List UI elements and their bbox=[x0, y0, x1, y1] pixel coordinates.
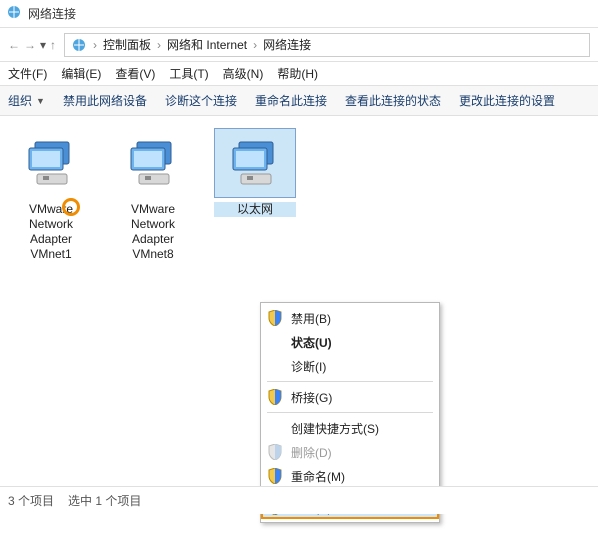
menu-view[interactable]: 查看(V) bbox=[115, 65, 155, 82]
network-adapter-icon bbox=[227, 140, 283, 186]
ctx-rename-label: 重命名(M) bbox=[291, 468, 345, 485]
network-connections-icon bbox=[71, 37, 87, 53]
adapter-vmnet8[interactable]: VMware Network Adapter VMnet8 bbox=[112, 128, 194, 262]
ctx-status[interactable]: 状态(U) bbox=[261, 330, 439, 354]
status-bar: 3 个项目 选中 1 个项目 bbox=[0, 486, 598, 514]
adapter-label: 以太网 bbox=[214, 202, 296, 217]
breadcrumb-network-internet[interactable]: 网络和 Internet bbox=[167, 36, 247, 53]
ctx-separator bbox=[267, 412, 433, 413]
ctx-diagnose[interactable]: 诊断(I) bbox=[261, 354, 439, 378]
ctx-delete: 删除(D) bbox=[261, 440, 439, 464]
ctx-separator bbox=[267, 381, 433, 382]
ctx-bridge-label: 桥接(G) bbox=[291, 389, 332, 406]
menu-file[interactable]: 文件(F) bbox=[8, 65, 47, 82]
ctx-status-label: 状态(U) bbox=[291, 334, 332, 351]
nav-arrows: ← → ▾ ↑ bbox=[8, 38, 56, 52]
toolbar-organize-label: 组织 bbox=[8, 92, 32, 109]
menu-edit[interactable]: 编辑(E) bbox=[61, 65, 101, 82]
ctx-disable[interactable]: 禁用(B) bbox=[261, 306, 439, 330]
toolbar-disable-device[interactable]: 禁用此网络设备 bbox=[63, 92, 147, 109]
menu-advanced[interactable]: 高级(N) bbox=[223, 65, 264, 82]
toolbar-rename[interactable]: 重命名此连接 bbox=[255, 92, 327, 109]
ctx-shortcut-label: 创建快捷方式(S) bbox=[291, 420, 379, 437]
ctx-disable-label: 禁用(B) bbox=[291, 310, 331, 327]
adapter-list: VMware Network Adapter VMnet1 VMware Net… bbox=[10, 128, 588, 262]
toolbar-change-settings[interactable]: 更改此连接的设置 bbox=[459, 92, 555, 109]
menu-bar: 文件(F) 编辑(E) 查看(V) 工具(T) 高级(N) 帮助(H) bbox=[0, 62, 598, 86]
shield-icon bbox=[268, 444, 282, 463]
network-adapter-icon bbox=[125, 140, 181, 186]
shield-icon bbox=[268, 389, 282, 408]
chevron-right-icon: › bbox=[93, 38, 97, 52]
breadcrumb[interactable]: › 控制面板 › 网络和 Internet › 网络连接 bbox=[64, 33, 590, 57]
adapter-vmnet1[interactable]: VMware Network Adapter VMnet1 bbox=[10, 128, 92, 262]
chevron-right-icon: › bbox=[157, 38, 161, 52]
ctx-bridge[interactable]: 桥接(G) bbox=[261, 385, 439, 409]
back-button[interactable]: ← bbox=[8, 38, 20, 52]
chevron-down-icon: ▼ bbox=[36, 96, 45, 106]
highlight-marker-icon bbox=[62, 198, 80, 216]
toolbar-diagnose[interactable]: 诊断这个连接 bbox=[165, 92, 237, 109]
forward-button[interactable]: → bbox=[24, 38, 36, 52]
menu-help[interactable]: 帮助(H) bbox=[277, 65, 318, 82]
shield-icon bbox=[268, 468, 282, 487]
adapter-label: VMware Network Adapter VMnet8 bbox=[112, 202, 194, 262]
network-adapter-icon bbox=[23, 140, 79, 186]
titlebar: 网络连接 bbox=[0, 0, 598, 28]
toolbar: 组织 ▼ 禁用此网络设备 诊断这个连接 重命名此连接 查看此连接的状态 更改此连… bbox=[0, 86, 598, 116]
window-title: 网络连接 bbox=[28, 5, 76, 22]
up-button[interactable]: ↑ bbox=[50, 38, 56, 52]
ctx-rename[interactable]: 重命名(M) bbox=[261, 464, 439, 488]
adapter-ethernet[interactable]: 以太网 bbox=[214, 128, 296, 262]
breadcrumb-control-panel[interactable]: 控制面板 bbox=[103, 36, 151, 53]
ctx-create-shortcut[interactable]: 创建快捷方式(S) bbox=[261, 416, 439, 440]
menu-tools[interactable]: 工具(T) bbox=[169, 65, 208, 82]
breadcrumb-network-connections[interactable]: 网络连接 bbox=[263, 36, 311, 53]
ctx-delete-label: 删除(D) bbox=[291, 444, 332, 461]
shield-icon bbox=[268, 310, 282, 329]
chevron-right-icon: › bbox=[253, 38, 257, 52]
adapter-label: VMware Network Adapter VMnet1 bbox=[10, 202, 92, 262]
ctx-diagnose-label: 诊断(I) bbox=[291, 358, 326, 375]
address-bar: ← → ▾ ↑ › 控制面板 › 网络和 Internet › 网络连接 bbox=[0, 28, 598, 62]
status-item-count: 3 个项目 bbox=[8, 492, 54, 509]
content-area: VMware Network Adapter VMnet1 VMware Net… bbox=[0, 116, 598, 514]
toolbar-organize[interactable]: 组织 ▼ bbox=[8, 92, 45, 109]
status-selected-count: 选中 1 个项目 bbox=[68, 492, 141, 509]
network-connections-icon bbox=[6, 4, 22, 23]
toolbar-view-status[interactable]: 查看此连接的状态 bbox=[345, 92, 441, 109]
